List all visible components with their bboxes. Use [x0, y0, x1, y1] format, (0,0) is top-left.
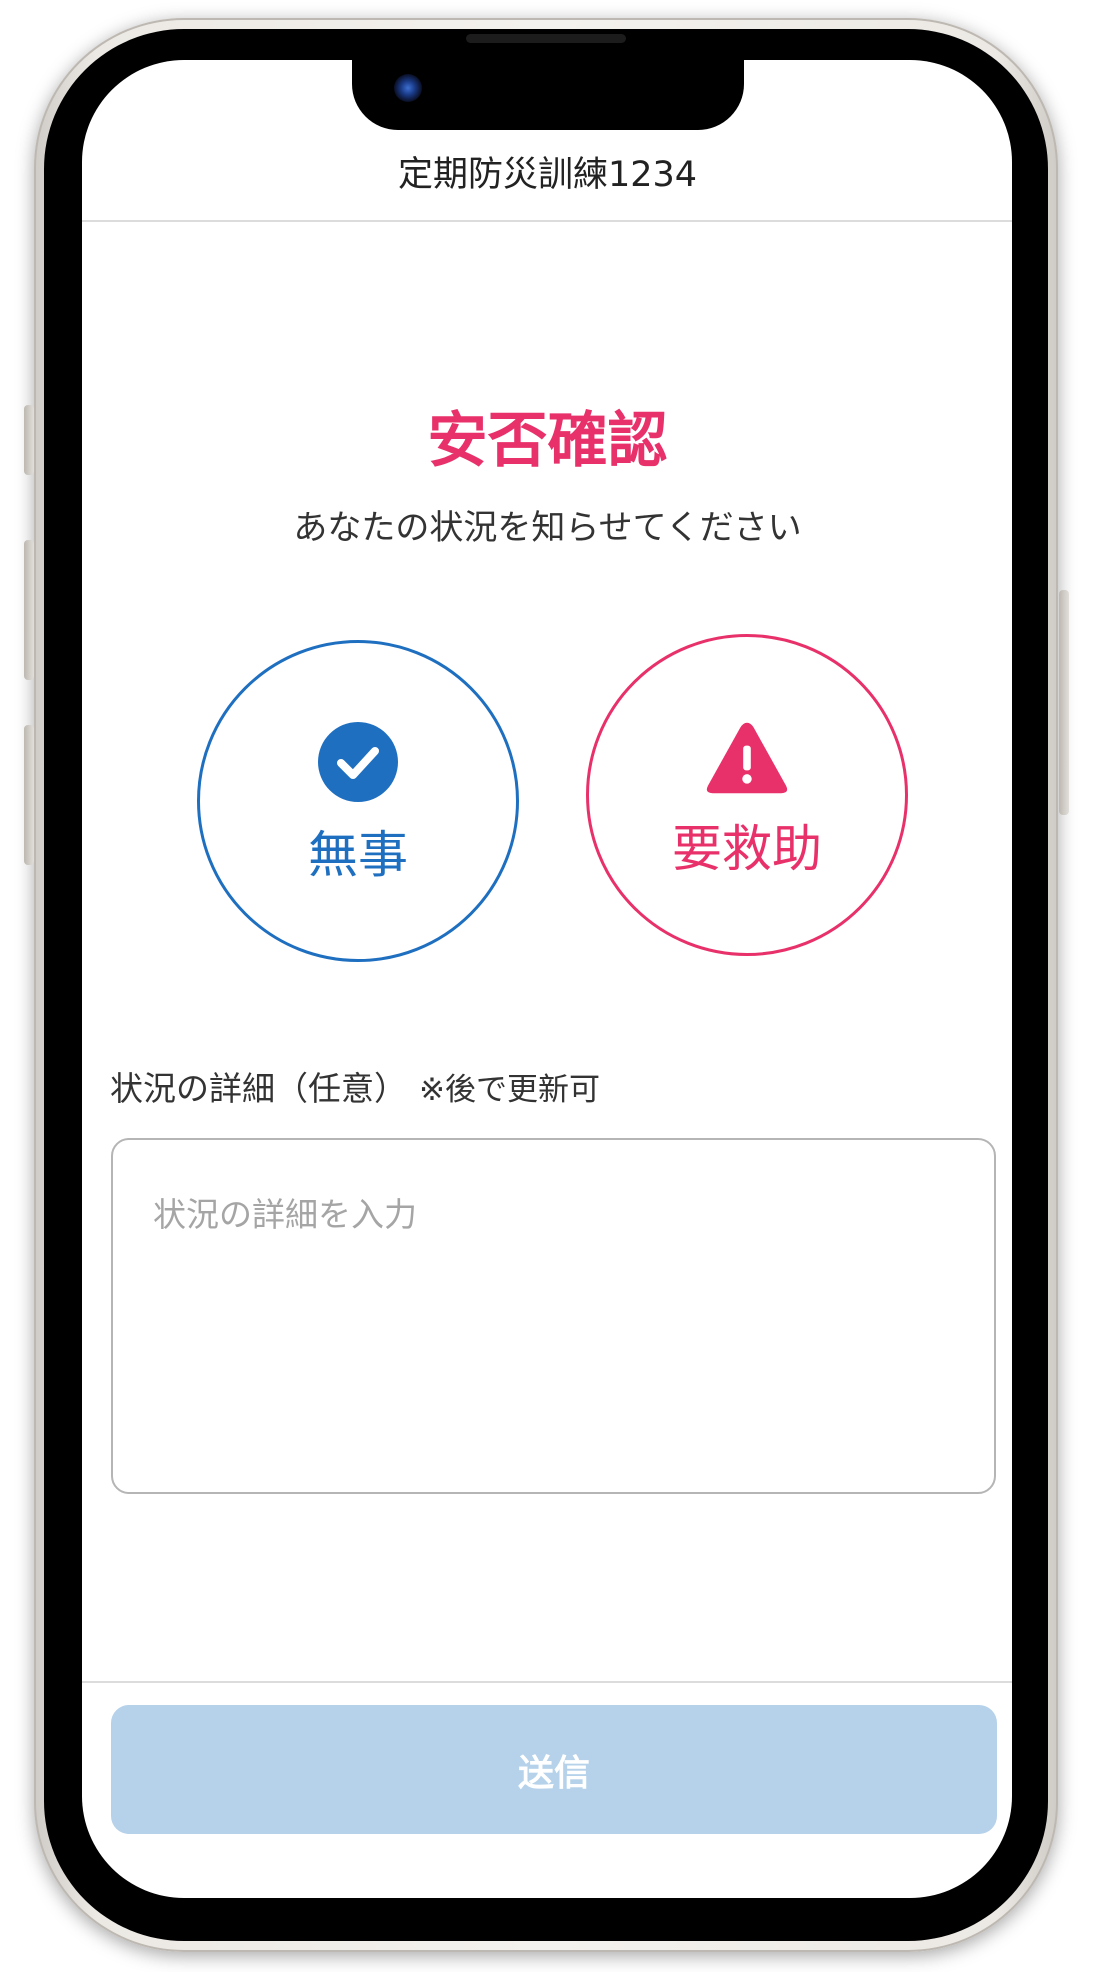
volume-down-button — [24, 725, 34, 865]
safety-check-title: 安否確認 — [427, 406, 668, 476]
safety-check-subtitle: あなたの状況を知らせてください — [293, 508, 802, 548]
volume-up-button — [24, 540, 34, 680]
submit-button[interactable]: 送信 — [111, 1705, 997, 1834]
app-screen — [82, 60, 1012, 1898]
safe-option-label: 無事 — [308, 826, 408, 884]
power-button — [1059, 590, 1069, 815]
footer-divider — [82, 1681, 1012, 1683]
details-label-row: 状況の詳細（任意） ※後で更新可 — [110, 1062, 600, 1110]
details-note: ※後で更新可 — [419, 1072, 600, 1108]
safe-option-button[interactable]: 無事 — [197, 640, 519, 962]
warning-triangle-icon — [706, 722, 788, 794]
page-title: 定期防災訓練1234 — [397, 155, 698, 195]
front-camera — [394, 74, 422, 102]
speaker-grille — [466, 34, 626, 43]
check-circle-icon — [318, 722, 398, 802]
details-label: 状況の詳細（任意） — [110, 1069, 407, 1108]
rescue-option-label: 要救助 — [672, 820, 822, 878]
details-textarea[interactable] — [111, 1138, 996, 1494]
header-divider — [82, 220, 1012, 222]
rescue-option-button[interactable]: 要救助 — [586, 634, 908, 956]
